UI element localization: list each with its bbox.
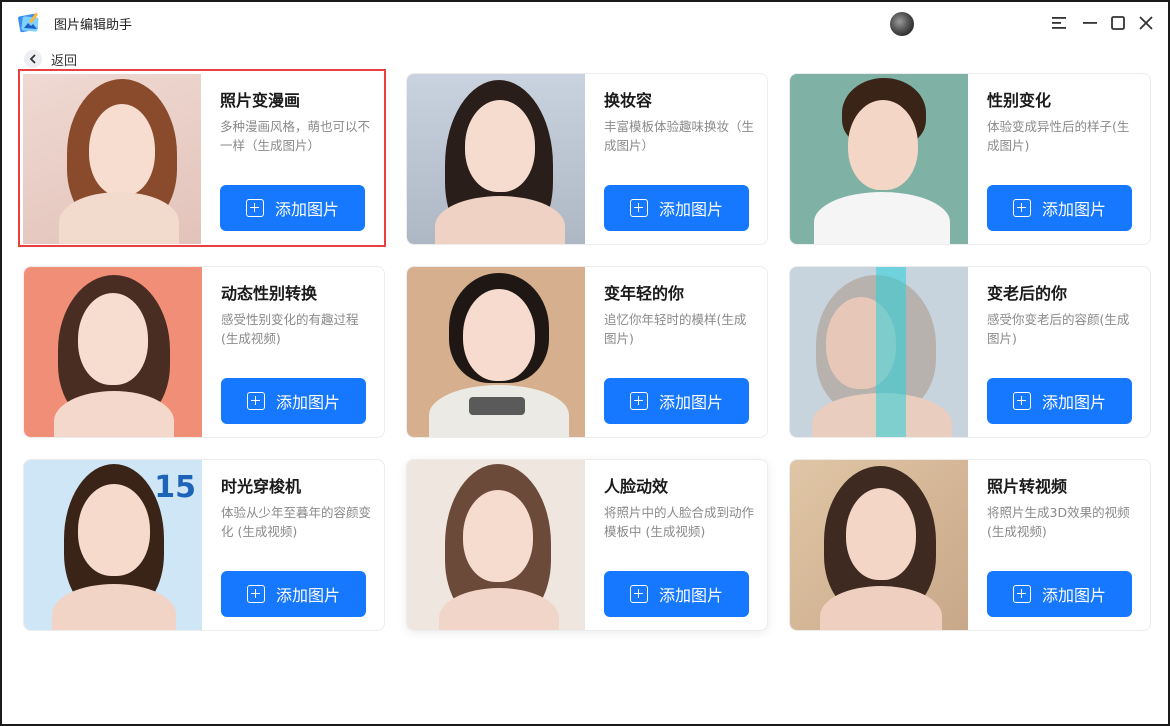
card-description: 多种漫画风格，萌也可以不一样（生成图片） xyxy=(220,119,371,153)
card-description: 体验变成异性后的样子(生成图片) xyxy=(987,119,1130,153)
add-image-button[interactable]: 添加图片 xyxy=(221,378,366,424)
back-button[interactable]: 返回 xyxy=(24,49,77,69)
card-thumbnail xyxy=(23,74,201,244)
add-image-label: 添加图片 xyxy=(1041,586,1106,605)
card-description: 将照片生成3D效果的视频 (生成视频) xyxy=(987,505,1130,539)
plus-icon xyxy=(1012,585,1031,603)
user-avatar[interactable] xyxy=(890,12,914,36)
menu-icon[interactable] xyxy=(1048,12,1070,34)
add-image-button[interactable]: 添加图片 xyxy=(987,378,1132,424)
card-thumbnail xyxy=(790,74,968,244)
card-description: 体验从少年至暮年的容颜变化 (生成视频) xyxy=(221,505,372,539)
card-description: 追忆你年轻时的模样(生成图片) xyxy=(604,312,747,346)
app-title: 图片编辑助手 xyxy=(54,18,133,33)
time-badge: 15 xyxy=(154,470,196,505)
plus-icon xyxy=(629,585,648,603)
add-image-label: 添加图片 xyxy=(658,586,723,605)
plus-icon xyxy=(245,199,264,217)
chevron-left-icon xyxy=(24,50,42,68)
minimize-icon[interactable] xyxy=(1079,12,1101,34)
card-title: 时光穿梭机 xyxy=(221,477,302,496)
feature-card-cartoon[interactable]: 照片变漫画 多种漫画风格，萌也可以不一样（生成图片） 添加图片 xyxy=(18,69,386,247)
card-title: 变老后的你 xyxy=(987,284,1068,303)
card-thumbnail xyxy=(790,460,968,630)
plus-icon xyxy=(629,199,648,217)
add-image-button[interactable]: 添加图片 xyxy=(604,185,749,231)
feature-card-face-animation[interactable]: 人脸动效 将照片中的人脸合成到动作模板中 (生成视频) 添加图片 xyxy=(406,459,768,631)
card-title: 人脸动效 xyxy=(604,477,669,496)
card-description: 丰富模板体验趣味换妆（生成图片） xyxy=(604,119,755,153)
card-description: 感受你变老后的容颜(生成图片) xyxy=(987,312,1130,346)
card-thumbnail xyxy=(407,267,585,437)
card-title: 照片变漫画 xyxy=(220,91,301,110)
card-title: 照片转视频 xyxy=(987,477,1068,496)
add-image-label: 添加图片 xyxy=(275,586,340,605)
feature-card-dynamic-gender[interactable]: 动态性别转换 感受性别变化的有趣过程(生成视频) 添加图片 xyxy=(23,266,385,438)
add-image-button[interactable]: 添加图片 xyxy=(604,571,749,617)
card-title: 换妆容 xyxy=(604,91,653,110)
plus-icon xyxy=(1012,392,1031,410)
back-label: 返回 xyxy=(51,53,78,69)
card-thumbnail: 15 xyxy=(24,460,202,630)
card-thumbnail xyxy=(407,74,585,244)
card-description: 将照片中的人脸合成到动作模板中 (生成视频) xyxy=(604,505,755,539)
add-image-button[interactable]: 添加图片 xyxy=(987,571,1132,617)
feature-card-younger[interactable]: 变年轻的你 追忆你年轻时的模样(生成图片) 添加图片 xyxy=(406,266,768,438)
close-icon[interactable] xyxy=(1135,12,1157,34)
plus-icon xyxy=(246,392,265,410)
card-thumbnail xyxy=(407,460,585,630)
card-thumbnail xyxy=(790,267,968,437)
maximize-icon[interactable] xyxy=(1107,12,1129,34)
add-image-label: 添加图片 xyxy=(274,200,339,219)
card-title: 变年轻的你 xyxy=(604,284,685,303)
add-image-label: 添加图片 xyxy=(658,393,723,412)
feature-card-gender[interactable]: 性别变化 体验变成异性后的样子(生成图片) 添加图片 xyxy=(789,73,1151,245)
card-title: 性别变化 xyxy=(987,91,1052,110)
feature-card-older[interactable]: 变老后的你 感受你变老后的容颜(生成图片) 添加图片 xyxy=(789,266,1151,438)
feature-card-makeup[interactable]: 换妆容 丰富模板体验趣味换妆（生成图片） 添加图片 xyxy=(406,73,768,245)
plus-icon xyxy=(629,392,648,410)
add-image-label: 添加图片 xyxy=(658,200,723,219)
add-image-label: 添加图片 xyxy=(1041,393,1106,412)
plus-icon xyxy=(1012,199,1031,217)
add-image-label: 添加图片 xyxy=(1041,200,1106,219)
add-image-label: 添加图片 xyxy=(275,393,340,412)
feature-card-photo-to-video[interactable]: 照片转视频 将照片生成3D效果的视频 (生成视频) 添加图片 xyxy=(789,459,1151,631)
card-thumbnail xyxy=(24,267,202,437)
title-bar: 图片编辑助手 xyxy=(2,2,1168,44)
card-title: 动态性别转换 xyxy=(221,284,318,303)
app-logo-icon xyxy=(18,12,39,33)
app-window: 图片编辑助手 返回 照片变漫画 多种漫画风格，萌也可以不一样（生成图片） 添加图… xyxy=(0,0,1170,726)
add-image-button[interactable]: 添加图片 xyxy=(220,185,365,231)
plus-icon xyxy=(246,585,265,603)
add-image-button[interactable]: 添加图片 xyxy=(221,571,366,617)
feature-card-time-machine[interactable]: 15 时光穿梭机 体验从少年至暮年的容颜变化 (生成视频) 添加图片 xyxy=(23,459,385,631)
card-description: 感受性别变化的有趣过程(生成视频) xyxy=(221,312,359,346)
add-image-button[interactable]: 添加图片 xyxy=(987,185,1132,231)
add-image-button[interactable]: 添加图片 xyxy=(604,378,749,424)
